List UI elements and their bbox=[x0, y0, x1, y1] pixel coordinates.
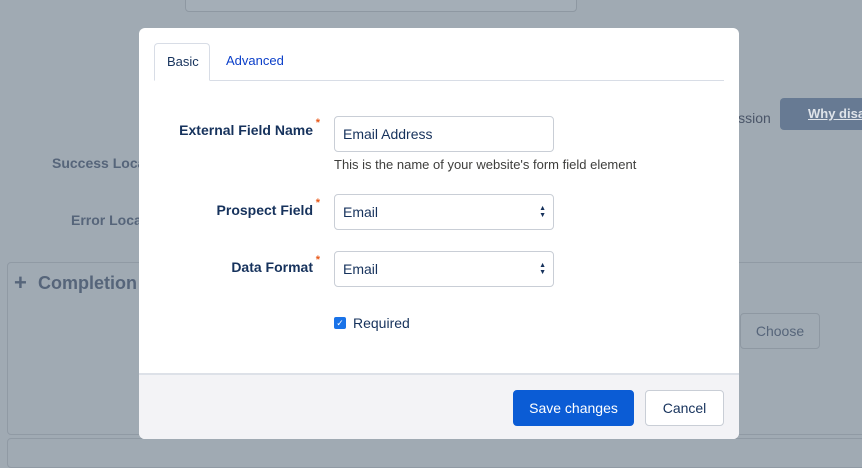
field-dialog: Basic Advanced External Field Name * Emai… bbox=[139, 28, 739, 439]
why-disabled-label: Why disa bbox=[808, 106, 862, 121]
prospect-field-label: Prospect Field * bbox=[216, 197, 320, 218]
required-marker: * bbox=[315, 197, 320, 209]
choose-label: Choose bbox=[755, 323, 805, 339]
required-marker: * bbox=[315, 254, 320, 266]
tab-advanced[interactable]: Advanced bbox=[214, 43, 296, 81]
data-format-value: Email bbox=[343, 261, 379, 277]
data-format-text: Data Format bbox=[231, 259, 313, 275]
required-checkbox[interactable]: ✓ bbox=[334, 317, 346, 329]
select-arrows-icon: ▲ ▼ bbox=[539, 205, 546, 219]
choose-button: Choose bbox=[740, 313, 820, 349]
prospect-field-text: Prospect Field bbox=[216, 202, 313, 218]
prospect-field-value: Email bbox=[343, 204, 379, 220]
external-field-name-label: External Field Name * bbox=[179, 117, 320, 138]
external-field-name-value: Email Address bbox=[343, 126, 433, 142]
plus-icon: + bbox=[14, 270, 27, 295]
data-format-label: Data Format * bbox=[231, 254, 320, 275]
completion-label: Completion bbox=[38, 273, 137, 293]
prospect-field-select[interactable]: Email ▲ ▼ bbox=[334, 194, 554, 230]
tab-bar: Basic Advanced bbox=[154, 43, 724, 81]
permission-text: ission bbox=[735, 110, 771, 126]
external-field-name-input[interactable]: Email Address bbox=[334, 116, 554, 152]
select-arrows-icon: ▲ ▼ bbox=[539, 262, 546, 276]
background-top-input bbox=[185, 0, 577, 12]
cancel-button[interactable]: Cancel bbox=[645, 390, 724, 426]
required-label[interactable]: Required bbox=[353, 315, 410, 331]
data-format-select[interactable]: Email ▲ ▼ bbox=[334, 251, 554, 287]
external-field-name-text: External Field Name bbox=[179, 122, 313, 138]
bottom-section bbox=[7, 438, 862, 468]
why-disabled-button: Why disa bbox=[780, 98, 862, 130]
tab-basic[interactable]: Basic bbox=[154, 43, 210, 81]
save-changes-button[interactable]: Save changes bbox=[513, 390, 634, 426]
required-marker: * bbox=[315, 117, 320, 129]
error-location-label: Error Loca bbox=[71, 212, 142, 228]
dialog-footer: Save changes Cancel bbox=[139, 373, 739, 439]
success-location-label: Success Loca bbox=[52, 155, 146, 171]
external-field-name-hint: This is the name of your website's form … bbox=[334, 157, 637, 172]
